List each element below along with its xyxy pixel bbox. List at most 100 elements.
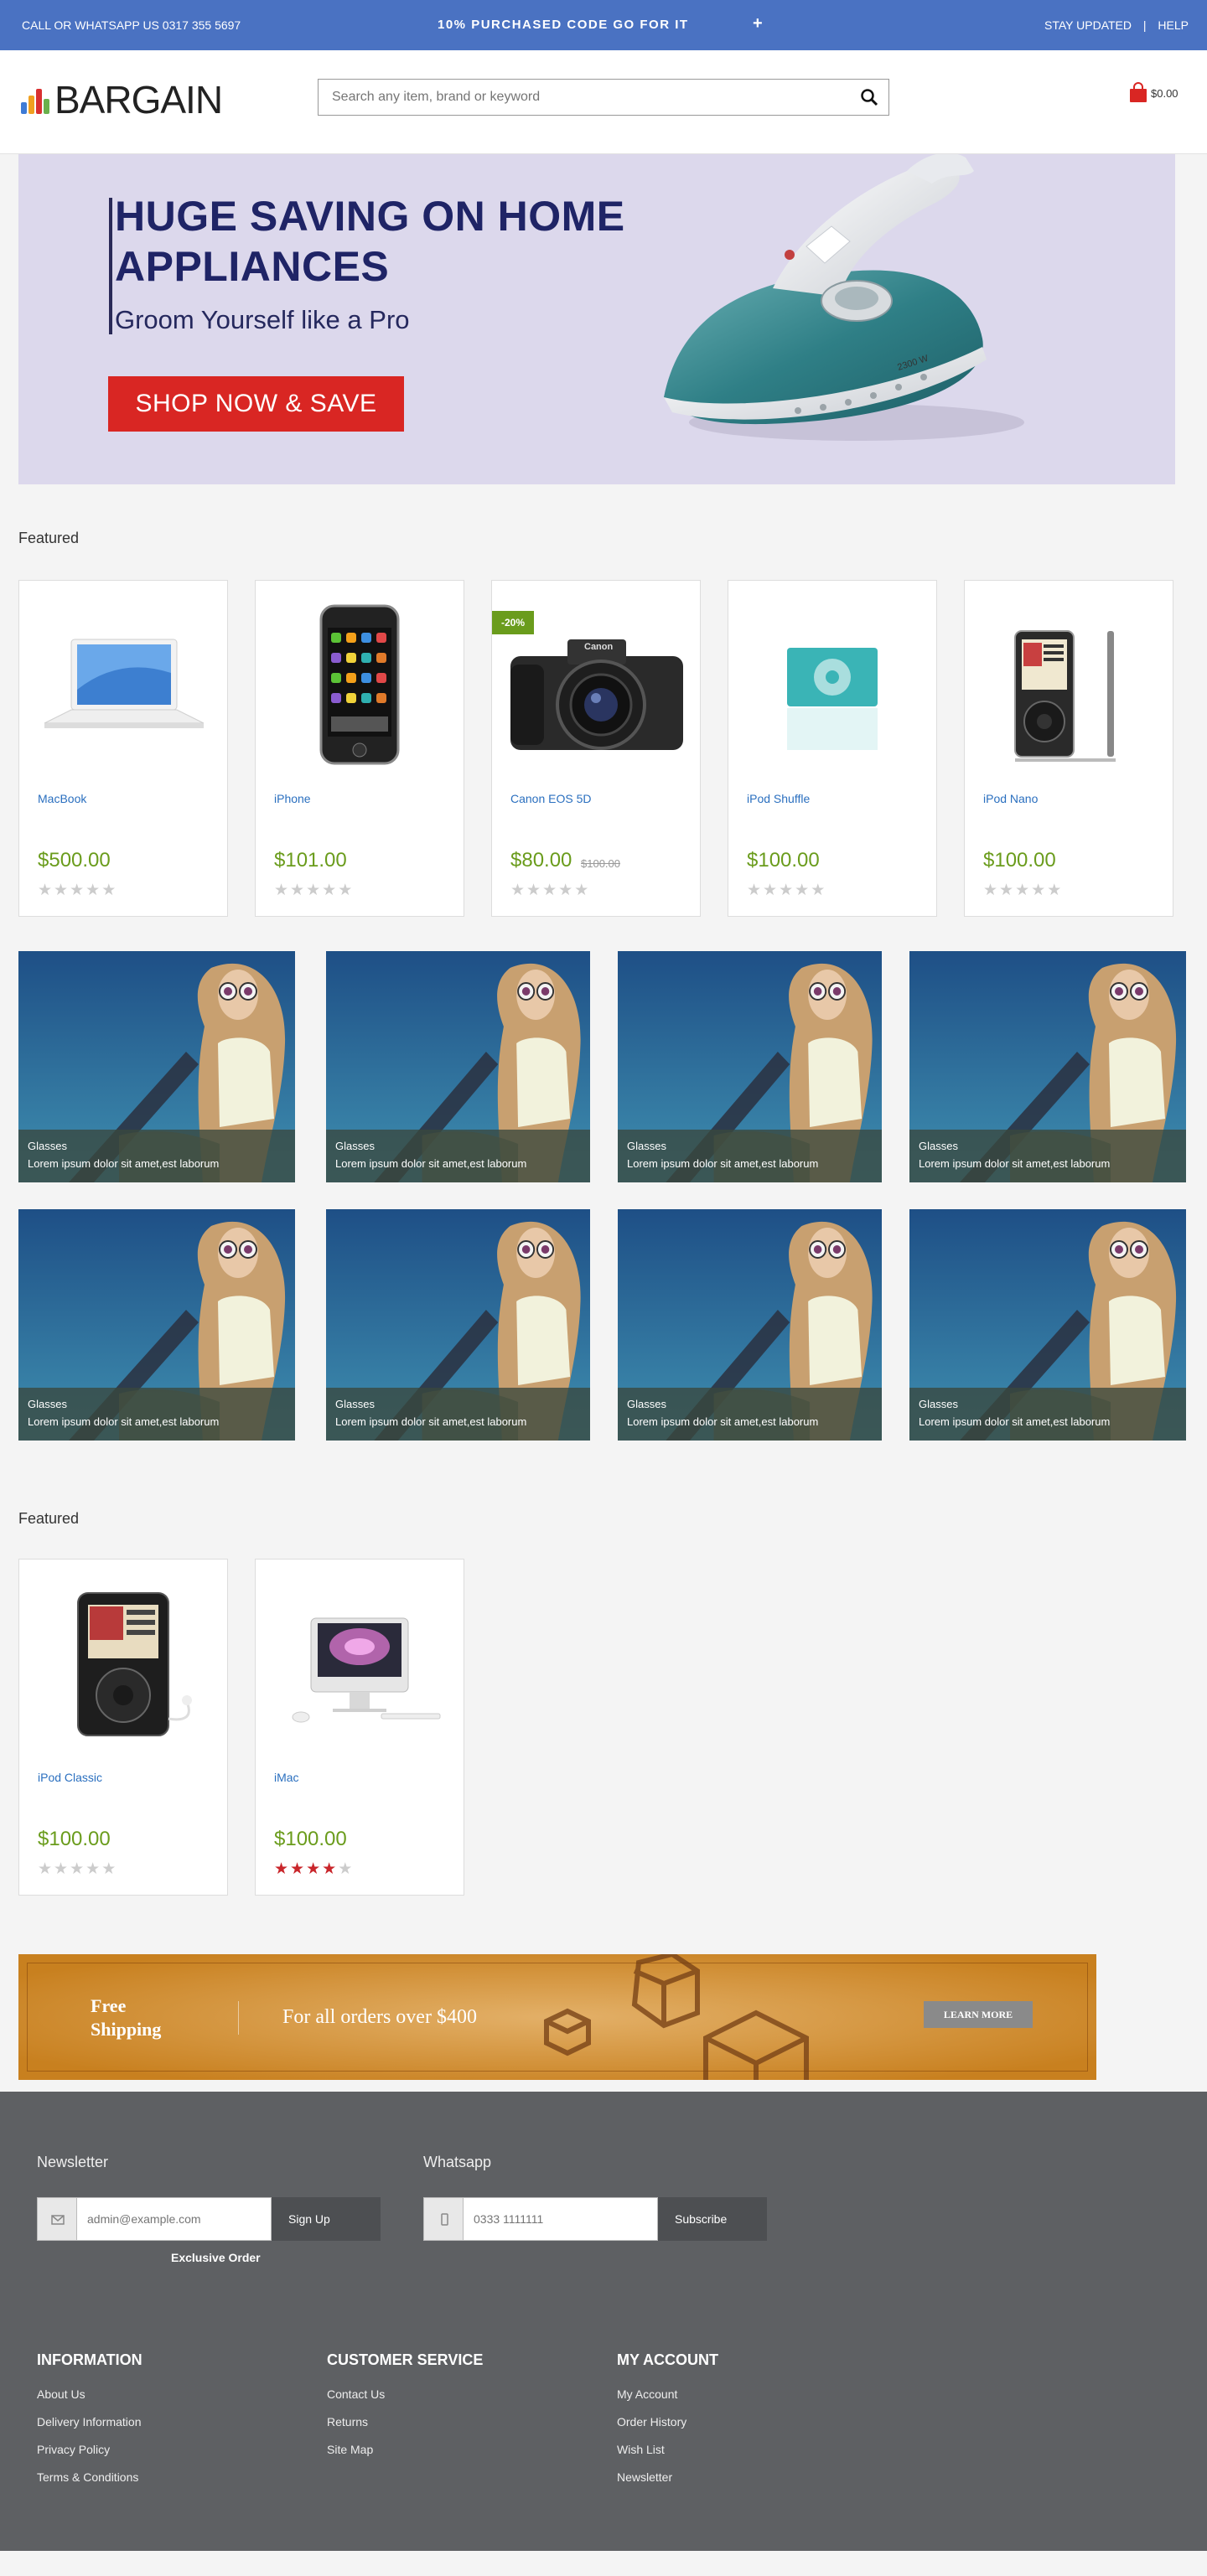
tile-title: Glasses bbox=[627, 1398, 666, 1410]
tile-title: Glasses bbox=[627, 1140, 666, 1152]
hero-title: HUGE SAVING ON HOME APPLIANCES bbox=[115, 193, 625, 290]
promo-tile[interactable]: Glasses Lorem ipsum dolor sit amet,est l… bbox=[326, 951, 590, 1182]
star-icon: ★ bbox=[101, 882, 118, 899]
product-rating: ★★★★★ bbox=[38, 1860, 117, 1879]
star-icon: ★ bbox=[85, 1860, 102, 1878]
product-name[interactable]: iPod Nano bbox=[983, 792, 1038, 805]
product-image[interactable] bbox=[728, 597, 936, 773]
product-image[interactable] bbox=[256, 597, 464, 773]
hero-banner[interactable]: HUGE SAVING ON HOME APPLIANCES Groom You… bbox=[18, 154, 1175, 484]
star-icon: ★ bbox=[85, 882, 102, 899]
star-icon: ★ bbox=[811, 882, 827, 899]
product-card[interactable]: iPhone $101.00 ★★★★★ bbox=[255, 580, 464, 917]
whatsapp-number-input[interactable] bbox=[464, 2197, 658, 2241]
star-icon: ★ bbox=[306, 882, 323, 899]
footer-link[interactable]: Order History bbox=[617, 2415, 718, 2443]
product-image[interactable] bbox=[19, 597, 227, 773]
footer-link[interactable]: My Account bbox=[617, 2387, 718, 2415]
tile-text: Lorem ipsum dolor sit amet,est laborum bbox=[335, 1157, 527, 1170]
promo-tile[interactable]: Glasses Lorem ipsum dolor sit amet,est l… bbox=[909, 1209, 1186, 1441]
footer-link[interactable]: Terms & Conditions bbox=[37, 2470, 142, 2498]
product-card[interactable]: iMac $100.00 ★★★★★ bbox=[255, 1559, 464, 1896]
free-shipping-line2: Shipping bbox=[91, 2019, 162, 2040]
product-image[interactable] bbox=[256, 1576, 464, 1752]
footer-link[interactable]: Newsletter bbox=[617, 2470, 718, 2498]
star-icon: ★ bbox=[510, 882, 527, 899]
footer-link[interactable]: Delivery Information bbox=[37, 2415, 142, 2443]
star-icon: ★ bbox=[290, 1860, 307, 1878]
sign-up-button[interactable]: Sign Up bbox=[272, 2197, 381, 2241]
footer-link[interactable]: Returns bbox=[327, 2415, 483, 2443]
tile-text: Lorem ipsum dolor sit amet,est laborum bbox=[335, 1415, 527, 1428]
product-price: $101.00 bbox=[274, 849, 347, 872]
product-name[interactable]: iPod Classic bbox=[38, 1771, 102, 1784]
product-rating: ★★★★★ bbox=[983, 881, 1063, 900]
star-icon: ★ bbox=[322, 1860, 339, 1878]
phone-icon bbox=[423, 2197, 464, 2241]
product-rating: ★★★★★ bbox=[274, 881, 354, 900]
help-link[interactable]: HELP bbox=[1158, 18, 1189, 32]
whatsapp-label: Whatsapp bbox=[423, 2154, 492, 2170]
free-shipping-line1: Free bbox=[91, 1995, 127, 2016]
search-icon[interactable] bbox=[860, 88, 878, 106]
subscribe-button[interactable]: Subscribe bbox=[658, 2197, 767, 2241]
learn-more-button[interactable]: LEARN MORE bbox=[924, 2001, 1033, 2028]
tile-caption-overlay bbox=[618, 1388, 882, 1441]
footer-column-title: MY ACCOUNT bbox=[617, 2351, 718, 2368]
star-icon: ★ bbox=[542, 882, 559, 899]
footer-link[interactable]: About Us bbox=[37, 2387, 142, 2415]
product-name[interactable]: MacBook bbox=[38, 792, 86, 805]
product-image[interactable] bbox=[965, 597, 1173, 773]
promo-tile[interactable]: Glasses Lorem ipsum dolor sit amet,est l… bbox=[909, 951, 1186, 1182]
footer-link[interactable]: Contact Us bbox=[327, 2387, 483, 2415]
product-rating: ★★★★★ bbox=[274, 1860, 354, 1879]
product-card[interactable]: iPod Classic $100.00 ★★★★★ bbox=[18, 1559, 228, 1896]
star-icon: ★ bbox=[54, 1860, 70, 1878]
tile-title: Glasses bbox=[335, 1140, 375, 1152]
footer-link[interactable]: Privacy Policy bbox=[37, 2443, 142, 2470]
star-icon: ★ bbox=[1031, 882, 1048, 899]
star-icon: ★ bbox=[101, 1860, 118, 1878]
free-shipping-banner[interactable]: Free Shipping For all orders over $400 L… bbox=[18, 1954, 1096, 2080]
product-card[interactable]: MacBook $500.00 ★★★★★ bbox=[18, 580, 228, 917]
tile-text: Lorem ipsum dolor sit amet,est laborum bbox=[919, 1415, 1111, 1428]
product-price: $100.00 bbox=[274, 1828, 347, 1850]
product-name[interactable]: iPod Shuffle bbox=[747, 792, 810, 805]
newsletter-email-input[interactable] bbox=[77, 2197, 272, 2241]
tile-caption-overlay bbox=[18, 1130, 295, 1182]
footer-link[interactable]: Site Map bbox=[327, 2443, 483, 2470]
product-card[interactable]: iPod Nano $100.00 ★★★★★ bbox=[964, 580, 1173, 917]
search-input[interactable] bbox=[319, 80, 847, 115]
tile-caption-overlay bbox=[326, 1130, 590, 1182]
footer-column: CUSTOMER SERVICE Contact Us Returns Site Ma… bbox=[327, 2351, 483, 2470]
product-name[interactable]: iPhone bbox=[274, 792, 311, 805]
plus-icon[interactable]: + bbox=[753, 14, 763, 34]
product-image[interactable] bbox=[19, 1576, 227, 1752]
product-name[interactable]: Canon EOS 5D bbox=[510, 792, 592, 805]
star-icon: ★ bbox=[322, 882, 339, 899]
shop-now-button[interactable]: SHOP NOW & SAVE bbox=[108, 376, 404, 432]
tile-caption-overlay bbox=[18, 1388, 295, 1441]
promo-tile[interactable]: Glasses Lorem ipsum dolor sit amet,est l… bbox=[18, 951, 295, 1182]
product-card[interactable]: iPod Shuffle $100.00 ★★★★★ bbox=[728, 580, 937, 917]
promo-tile[interactable]: Glasses Lorem ipsum dolor sit amet,est l… bbox=[18, 1209, 295, 1441]
star-icon: ★ bbox=[274, 1860, 291, 1878]
free-shipping-title: Free Shipping bbox=[91, 1994, 161, 2041]
free-shipping-text: For all orders over $400 bbox=[282, 2006, 477, 2028]
promo-tile[interactable]: Glasses Lorem ipsum dolor sit amet,est l… bbox=[326, 1209, 590, 1441]
star-icon: ★ bbox=[747, 882, 764, 899]
footer-link[interactable]: Wish List bbox=[617, 2443, 718, 2470]
footer-column-title: CUSTOMER SERVICE bbox=[327, 2351, 484, 2368]
promo-tile[interactable]: Glasses Lorem ipsum dolor sit amet,est l… bbox=[618, 1209, 882, 1441]
star-icon: ★ bbox=[779, 882, 795, 899]
star-icon: ★ bbox=[558, 882, 575, 899]
newsletter-form: Sign Up bbox=[37, 2197, 381, 2241]
star-icon: ★ bbox=[38, 1860, 54, 1878]
tile-text: Lorem ipsum dolor sit amet,est laborum bbox=[627, 1157, 819, 1170]
product-card[interactable]: Canon -20% Canon EOS 5D $80.00 $100.00 ★★★★★ bbox=[491, 580, 701, 917]
promo-tile[interactable]: Glasses Lorem ipsum dolor sit amet,est l… bbox=[618, 951, 882, 1182]
tile-caption-overlay bbox=[909, 1130, 1186, 1182]
product-rating: ★★★★★ bbox=[747, 881, 826, 900]
stay-updated-link[interactable]: STAY UPDATED bbox=[1044, 18, 1132, 32]
product-name[interactable]: iMac bbox=[274, 1771, 299, 1784]
